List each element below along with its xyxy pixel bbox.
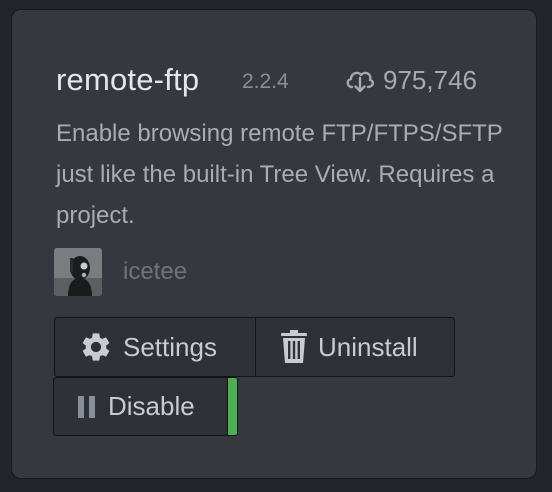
cloud-download-icon: [345, 67, 375, 93]
author-name[interactable]: icetee: [123, 258, 187, 286]
avatar[interactable]: [54, 248, 102, 296]
package-description: Enable browsing remote FTP/FTPS/SFTP jus…: [56, 120, 503, 229]
package-name[interactable]: remote-ftp: [56, 62, 199, 98]
download-count: 975,746: [383, 64, 477, 95]
download-stats: 975,746: [345, 62, 477, 98]
trash-icon: [280, 330, 308, 364]
settings-button[interactable]: Settings: [54, 317, 256, 377]
settings-label: Settings: [123, 331, 217, 362]
disable-button[interactable]: Disable: [53, 377, 238, 436]
author: icetee: [54, 248, 187, 296]
pause-icon: [78, 394, 98, 420]
disable-label: Disable: [108, 391, 195, 421]
package-version: 2.2.4: [242, 70, 289, 93]
uninstall-label: Uninstall: [318, 331, 418, 362]
enabled-indicator: [227, 378, 237, 435]
uninstall-button[interactable]: Uninstall: [255, 317, 455, 377]
gear-icon: [79, 330, 113, 364]
package-card: remote-ftp 2.2.4 975,746 Enable browsing…: [11, 9, 537, 479]
